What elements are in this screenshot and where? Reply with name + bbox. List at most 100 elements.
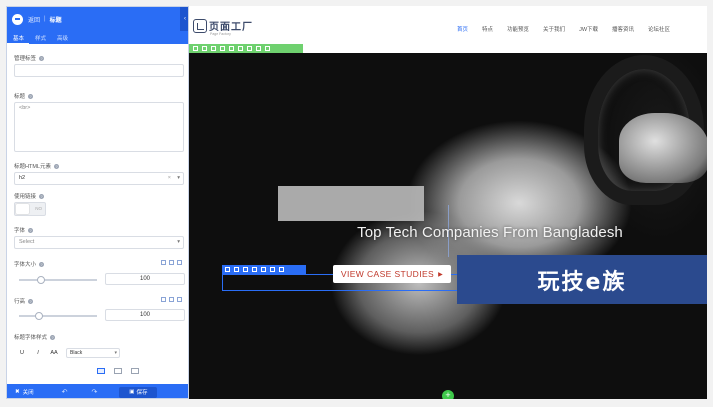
mobile-icon[interactable]	[131, 368, 139, 374]
font-size-input[interactable]: 100	[105, 273, 185, 285]
case-button[interactable]: AA	[46, 350, 62, 356]
logo-subtitle: Page Factory	[210, 32, 231, 36]
delete-icon[interactable]	[279, 267, 284, 272]
help-icon[interactable]: ?	[50, 334, 56, 340]
title-label-text: 标题	[14, 94, 26, 100]
visibility-icon[interactable]	[261, 267, 266, 272]
save-icon[interactable]	[247, 46, 252, 51]
help-icon[interactable]: ?	[39, 55, 45, 61]
tablet-icon[interactable]	[169, 260, 174, 265]
title-textarea[interactable]: <br>	[14, 102, 184, 152]
font-size-slider-thumb[interactable]	[37, 276, 45, 284]
help-icon[interactable]: ?	[39, 193, 45, 199]
help-icon[interactable]: ?	[28, 93, 34, 99]
add-section-icon[interactable]: +	[442, 390, 454, 399]
toggle-state: NO	[35, 206, 42, 211]
page-preview: 页面工厂 Page Factory 首页 特点 功能预览 关于我们 JW下载 播…	[189, 6, 707, 399]
font-select[interactable]: Select ▾	[14, 236, 184, 249]
close-icon: ✖	[15, 389, 20, 395]
menu-item-forum[interactable]: 论坛社区	[648, 25, 670, 33]
image-icon[interactable]	[238, 46, 243, 51]
link-field-label: 管理标签?	[14, 54, 45, 62]
desktop-icon[interactable]	[161, 297, 166, 302]
menu-item-about[interactable]: 关于我们	[543, 25, 565, 33]
mobile-icon[interactable]	[177, 260, 182, 265]
watermark-text: 玩技e族	[537, 269, 627, 295]
responsive-icons[interactable]	[161, 297, 182, 302]
responsive-icons[interactable]	[161, 260, 182, 265]
underline-button[interactable]: U	[14, 350, 30, 356]
menu-item-home[interactable]: 首页	[457, 25, 468, 33]
close-button[interactable]: ✖ 关闭	[15, 388, 34, 396]
link-label-text: 管理标签	[14, 56, 37, 62]
hero-title[interactable]: Top Tech Companies From Bangladesh	[189, 224, 707, 241]
clear-icon[interactable]: ×	[168, 175, 171, 181]
line-height-slider[interactable]	[19, 315, 97, 317]
device-switcher	[97, 368, 139, 374]
help-icon[interactable]: ?	[28, 227, 34, 233]
chevron-down-icon[interactable]: ▾	[177, 175, 180, 181]
back-label[interactable]: 返回	[28, 15, 40, 24]
mobile-icon[interactable]	[177, 297, 182, 302]
tab-style[interactable]: 样式	[29, 31, 51, 44]
logo-icon	[193, 18, 207, 33]
line-height-slider-thumb[interactable]	[35, 312, 43, 320]
font-weight-select[interactable]: Black	[66, 347, 120, 358]
chevron-down-icon[interactable]: ▾	[177, 239, 180, 245]
font-size-slider[interactable]	[19, 279, 97, 281]
tab-basic[interactable]: 基本	[7, 31, 30, 44]
add-icon[interactable]	[225, 267, 230, 272]
edit-icon[interactable]	[234, 267, 239, 272]
font-size-field-label: 字体大小?	[14, 260, 45, 268]
collapse-icon[interactable]: ‹	[180, 7, 188, 31]
menu-item-features[interactable]: 特点	[482, 25, 493, 33]
delete-icon[interactable]	[265, 46, 270, 51]
caret-right-icon: ▶	[438, 271, 444, 278]
back-icon[interactable]	[12, 13, 23, 25]
style-field-label: 标题字体样式?	[14, 333, 56, 341]
breadcrumb-separator-icon: |	[44, 16, 46, 22]
font-size-label-text: 字体大小	[14, 262, 37, 268]
help-icon[interactable]: ?	[39, 261, 45, 267]
toggle-knob	[16, 204, 29, 214]
tablet-icon[interactable]	[114, 368, 122, 374]
line-height-input[interactable]: 100	[105, 309, 185, 321]
help-icon[interactable]: ?	[53, 163, 59, 169]
save-button[interactable]: ▣ 保存	[119, 386, 158, 398]
format-row: U I AA Black	[14, 346, 184, 359]
toggle-field-label: 使用链接?	[14, 192, 45, 200]
link-input[interactable]	[14, 64, 184, 77]
desktop-icon[interactable]	[161, 260, 166, 265]
site-logo[interactable]: 页面工厂 Page Factory	[193, 18, 253, 36]
edit-icon[interactable]	[229, 46, 234, 51]
move-icon[interactable]	[211, 46, 216, 51]
copy-icon[interactable]	[243, 267, 248, 272]
copy-icon[interactable]	[220, 46, 225, 51]
editor-panel: 返回 | 标题 ‹ 基本 样式 高级 管理标签? 标题? <br> 标题HTML…	[6, 6, 189, 399]
desktop-icon[interactable]	[97, 368, 105, 374]
line-height-field-label: 行高?	[14, 297, 34, 305]
view-case-studies-button[interactable]: VIEW CASE STUDIES ▶	[333, 265, 451, 283]
help-icon[interactable]: ?	[28, 298, 34, 304]
save-label: 保存	[136, 390, 148, 396]
title-placeholder[interactable]	[278, 186, 424, 221]
hero-section[interactable]: Top Tech Companies From Bangladesh VIEW …	[189, 53, 707, 399]
menu-item-download[interactable]: JW下载	[579, 25, 598, 33]
link-toggle[interactable]: NO	[14, 202, 46, 216]
redo-icon[interactable]: ↷	[92, 388, 98, 396]
visibility-icon[interactable]	[256, 46, 261, 51]
html-tag-select[interactable]: h2 × ▾	[14, 172, 184, 185]
save-icon: ▣	[129, 389, 135, 395]
tab-advanced[interactable]: 高级	[51, 31, 73, 44]
undo-icon[interactable]: ↶	[62, 388, 68, 396]
image-icon[interactable]	[252, 267, 257, 272]
italic-button[interactable]: I	[30, 350, 46, 356]
menu-item-blog[interactable]: 播客资讯	[612, 25, 634, 33]
menu-item-preview[interactable]: 功能预览	[507, 25, 529, 33]
line-height-label-text: 行高	[14, 299, 26, 305]
panel-title: 标题	[49, 17, 62, 24]
tablet-icon[interactable]	[169, 297, 174, 302]
add-icon[interactable]	[193, 46, 198, 51]
grid-icon[interactable]	[202, 46, 207, 51]
save-icon[interactable]	[270, 267, 275, 272]
